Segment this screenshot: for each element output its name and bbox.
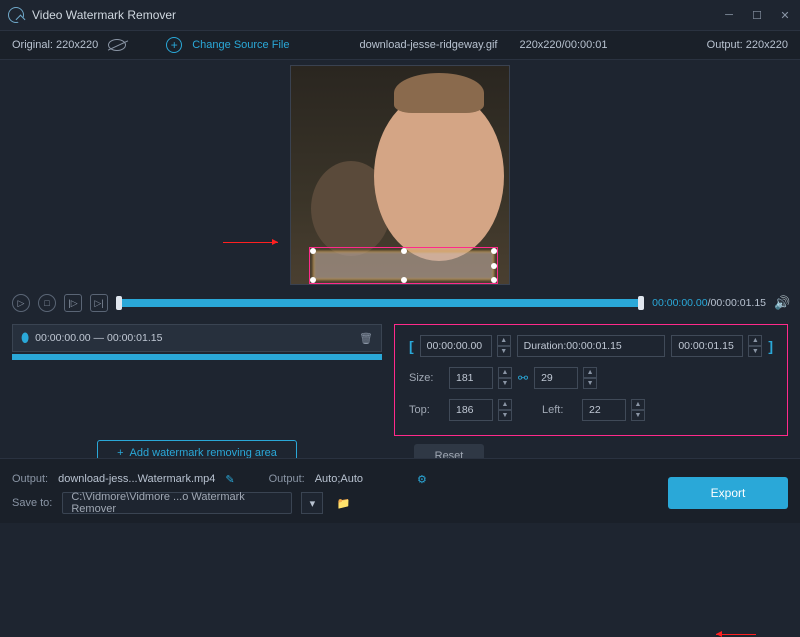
close-button[interactable]: ✕ <box>778 8 792 22</box>
resize-handle-icon[interactable] <box>491 263 497 269</box>
size-label: Size: <box>409 372 443 384</box>
source-bar: Original: 220x220 + Change Source File d… <box>0 30 800 60</box>
spinner-down-icon[interactable]: ▼ <box>498 378 512 389</box>
edit-output-icon[interactable]: ✎ <box>225 473 234 486</box>
width-input[interactable]: 181 <box>449 367 493 389</box>
spinner-up-icon[interactable]: ▲ <box>748 335 762 346</box>
spinner-up-icon[interactable]: ▲ <box>498 367 512 378</box>
save-path-input[interactable]: C:\Vidmore\Vidmore ...o Watermark Remove… <box>62 492 292 514</box>
video-preview[interactable] <box>290 65 510 285</box>
spinner-down-icon[interactable]: ▼ <box>497 346 511 357</box>
settings-icon[interactable]: ⚙ <box>417 473 427 486</box>
open-folder-icon[interactable]: 📁 <box>333 493 353 513</box>
output-filename: download-jess...Watermark.mp4 <box>58 473 215 485</box>
bracket-left-icon[interactable]: [ <box>409 338 414 354</box>
resize-handle-icon[interactable] <box>491 277 497 283</box>
resize-handle-icon[interactable] <box>401 277 407 283</box>
playback-time: 00:00:00.00/00:00:01.15 <box>652 297 766 309</box>
end-time-input[interactable]: 00:00:01.15 <box>671 335 743 357</box>
preview-toggle-icon[interactable] <box>108 39 126 51</box>
spinner-down-icon[interactable]: ▼ <box>631 410 645 421</box>
link-aspect-icon[interactable]: ⚯ <box>518 371 528 385</box>
output-format-value: Auto;Auto <box>315 473 363 485</box>
volume-icon[interactable]: 🔊 <box>774 295 788 311</box>
preview-area <box>0 60 800 290</box>
resize-handle-icon[interactable] <box>491 248 497 254</box>
top-label: Top: <box>409 404 443 416</box>
spinner-down-icon[interactable]: ▼ <box>748 346 762 357</box>
resize-handle-icon[interactable] <box>310 277 316 283</box>
source-fileinfo: 220x220/00:00:01 <box>519 39 607 51</box>
delete-segment-icon[interactable]: 🗑 <box>359 332 373 345</box>
add-source-icon[interactable]: + <box>166 37 182 53</box>
step-back-button[interactable]: |▷ <box>64 294 82 312</box>
top-input[interactable]: 186 <box>449 399 493 421</box>
segment-row[interactable]: ⬮ 00:00:00.00 — 00:00:01.15 🗑 <box>12 324 382 352</box>
annotation-arrow-right <box>716 634 756 635</box>
spinner-up-icon[interactable]: ▲ <box>498 399 512 410</box>
change-source-link[interactable]: Change Source File <box>192 39 289 51</box>
segment-marker-icon: ⬮ <box>21 330 29 346</box>
resize-handle-icon[interactable] <box>310 248 316 254</box>
output-size-label: Output: 220x220 <box>707 39 788 51</box>
parameters-panel: [ 00:00:00.00 ▲▼ Duration:00:00:01.15 00… <box>394 324 788 436</box>
spinner-down-icon[interactable]: ▼ <box>583 378 597 389</box>
playback-controls: ▷ □ |▷ ▷| 00:00:00.00/00:00:01.15 🔊 <box>0 290 800 316</box>
output-file-label: Output: <box>12 473 48 485</box>
annotation-arrow-left <box>223 242 278 243</box>
source-filename: download-jesse-ridgeway.gif <box>359 39 497 51</box>
segment-bar[interactable] <box>12 354 382 360</box>
save-to-label: Save to: <box>12 497 52 509</box>
maximize-button[interactable]: ☐ <box>750 8 764 22</box>
left-input[interactable]: 22 <box>582 399 626 421</box>
app-logo-icon <box>8 7 24 23</box>
spinner-up-icon[interactable]: ▲ <box>631 399 645 410</box>
minimize-button[interactable]: ─ <box>722 8 736 22</box>
footer: Output: download-jess...Watermark.mp4 ✎ … <box>0 458 800 523</box>
left-label: Left: <box>542 404 576 416</box>
play-button[interactable]: ▷ <box>12 294 30 312</box>
duration-input[interactable]: Duration:00:00:01.15 <box>517 335 666 357</box>
timeline-slider[interactable] <box>116 299 644 307</box>
segment-range: 00:00:00.00 — 00:00:01.15 <box>35 332 353 344</box>
watermark-selection-box[interactable] <box>313 251 494 280</box>
spinner-down-icon[interactable]: ▼ <box>498 410 512 421</box>
start-time-input[interactable]: 00:00:00.00 <box>420 335 492 357</box>
spinner-up-icon[interactable]: ▲ <box>497 335 511 346</box>
stop-button[interactable]: □ <box>38 294 56 312</box>
bracket-right-icon[interactable]: ] <box>768 338 773 354</box>
export-button[interactable]: Export <box>668 477 788 509</box>
save-path-dropdown[interactable]: ▾ <box>301 492 323 514</box>
resize-handle-icon[interactable] <box>401 248 407 254</box>
spinner-up-icon[interactable]: ▲ <box>583 367 597 378</box>
step-fwd-button[interactable]: ▷| <box>90 294 108 312</box>
output-format-label: Output: <box>269 473 305 485</box>
titlebar: Video Watermark Remover ─ ☐ ✕ <box>0 0 800 30</box>
original-size-label: Original: 220x220 <box>12 39 98 51</box>
height-input[interactable]: 29 <box>534 367 578 389</box>
app-title: Video Watermark Remover <box>32 8 722 22</box>
